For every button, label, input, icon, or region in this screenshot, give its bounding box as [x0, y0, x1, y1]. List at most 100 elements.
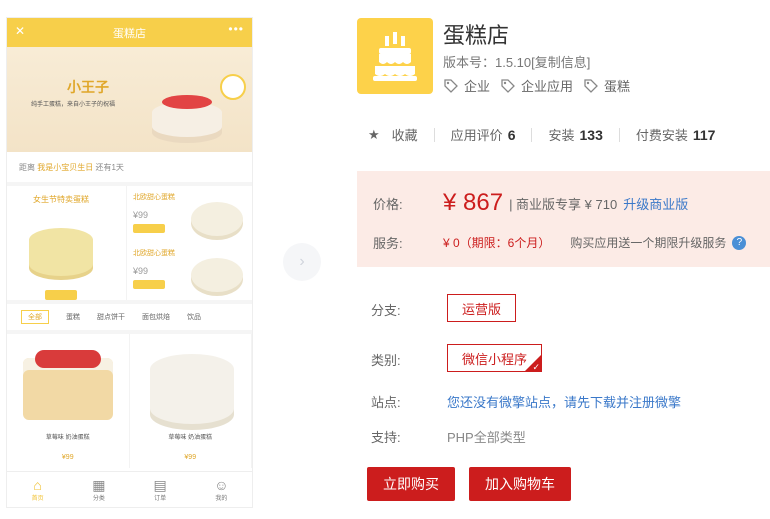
nav-home: ⌂ 首页 [31, 477, 44, 502]
divider [531, 127, 533, 142]
banner-tagline: 纯手工蛋糕，来自小王子的祝福 [31, 102, 116, 108]
nav-profile: ☺ 我的 [214, 477, 229, 502]
promo-item-name: 北欧甜心蛋糕 [133, 250, 175, 257]
price-label: 价格: [373, 196, 403, 212]
service-value: ¥ 0（期限：6个月） [443, 236, 551, 250]
divider [618, 127, 620, 142]
branch-option-box[interactable]: 运营版 [447, 294, 517, 322]
phone-products: 草莓味 奶油蛋糕 ¥99 草莓味 奶油蛋糕 ¥99 [7, 330, 252, 468]
business-price: | 商业版专享 ¥ 710 [509, 196, 618, 212]
install-value: 133 [579, 126, 603, 143]
category-option-box[interactable]: 微信小程序 ✓ [447, 344, 543, 372]
cake-icon [373, 32, 417, 81]
promo-item-image [191, 202, 243, 236]
promo-left-button [45, 290, 77, 300]
price-value: ¥ 867 [443, 189, 504, 216]
tag-icon [501, 78, 515, 93]
phone-bottom-nav: ⌂ 首页 ▦ 分类 ▤ 订单 ☺ 我的 [7, 471, 252, 507]
chevron-right-icon: › [299, 253, 305, 270]
banner-logo: 小王子 [67, 79, 109, 95]
app-title: 蛋糕店 [443, 23, 510, 48]
phone-tab: 甜点饼干 [97, 314, 125, 321]
grid-icon: ▦ [92, 477, 106, 493]
check-icon: ✓ [532, 362, 541, 372]
product-name: 草莓味 奶油蛋糕 [168, 435, 213, 441]
tag-item[interactable]: 蛋糕 [583, 76, 630, 95]
phone-preview: ✕ 蛋糕店 ••• 小王子 纯手工蛋糕，来自小王子的祝福 距离 我是小宝贝生日 … [6, 17, 253, 508]
promo-item: 北欧甜心蛋糕 ¥99 [133, 248, 252, 303]
promo-right: 北欧甜心蛋糕 ¥99 北欧甜心蛋糕 ¥99 [127, 186, 252, 300]
promo-item-image [191, 258, 243, 292]
phone-header: ✕ 蛋糕店 ••• [7, 18, 252, 47]
promo-cake-image [29, 228, 93, 276]
ticker-prefix: 距离 [19, 162, 35, 172]
promo-item-button [133, 224, 165, 233]
product-name: 草莓味 奶油蛋糕 [45, 435, 90, 441]
phone-ticker: 距离 我是小宝贝生日 还有1天 [7, 152, 252, 182]
ticker-suffix: 还有1天 [95, 162, 124, 172]
category-option[interactable]: 微信小程序 ✓ [447, 344, 543, 372]
price-box: 价格: ¥ 867 | 商业版专享 ¥ 710 升级商业版 服务: ¥ 0（期限… [357, 171, 770, 267]
buy-now-button[interactable]: 立即购买 [367, 467, 455, 501]
tag-icon [444, 78, 458, 93]
phone-tab: 饮品 [187, 314, 201, 321]
next-preview-button[interactable]: › [283, 243, 321, 281]
divider [433, 127, 435, 142]
promo-left: 女生节特卖蛋糕 [7, 186, 127, 300]
promo-item-name: 北欧甜心蛋糕 [133, 194, 175, 201]
app-icon [357, 18, 433, 94]
phone-tab: 面包烘焙 [142, 314, 170, 321]
tag-item[interactable]: 企业 [443, 76, 490, 95]
tag-icon [584, 78, 598, 93]
user-icon: ☺ [214, 477, 229, 493]
support-label: 支持: [371, 430, 401, 445]
app-version[interactable]: 版本号：1.5.10[复制信息] [443, 52, 590, 71]
calendar-icon: ▤ [153, 477, 167, 493]
close-icon[interactable]: ✕ [15, 24, 25, 38]
category-label: 类别: [371, 353, 401, 368]
site-label: 站点: [371, 395, 401, 410]
phone-banner: 小王子 纯手工蛋糕，来自小王子的祝福 [7, 47, 252, 152]
rating-label: 应用评价 [450, 128, 503, 143]
site-register-link[interactable]: 您还没有微擎站点，请先下载并注册微擎 [447, 392, 681, 411]
rating-value: 6 [507, 126, 516, 143]
product-price: ¥99 [184, 454, 197, 461]
phone-tab-all: 全部 [21, 310, 49, 324]
app-stats: ★ 收藏 应用评价 6 安装 133 付费安装 117 [368, 125, 715, 144]
price-row: 价格: ¥ 867 | 商业版专享 ¥ 710 升级商业版 [373, 189, 688, 217]
phone-tabs: 全部 蛋糕 甜点饼干 面包烘焙 饮品 [7, 304, 252, 330]
more-icon[interactable]: ••• [228, 22, 244, 36]
product-card: 草莓味 奶油蛋糕 ¥99 [7, 334, 130, 468]
phone-tab: 蛋糕 [66, 314, 80, 321]
tag-item[interactable]: 企业应用 [500, 76, 573, 95]
phone-promo: 女生节特卖蛋糕 北欧甜心蛋糕 ¥99 北欧甜心蛋糕 ¥99 [7, 182, 252, 304]
paid-install-label: 付费安装 [635, 128, 688, 143]
service-label: 服务: [373, 236, 403, 251]
paid-install-value: 117 [692, 126, 716, 143]
support-value: PHP全部类型 [447, 430, 526, 445]
star-icon[interactable]: ★ [368, 127, 380, 143]
product-price: ¥99 [61, 454, 74, 461]
product-topping [35, 350, 101, 368]
branch-option[interactable]: 运营版 [447, 294, 517, 322]
promo-left-title: 女生节特卖蛋糕 [33, 195, 89, 204]
upgrade-link[interactable]: 升级商业版 [623, 194, 688, 213]
ticker-highlight: 我是小宝贝生日 [37, 162, 94, 172]
phone-title: 蛋糕店 [113, 27, 146, 40]
add-to-cart-button[interactable]: 加入购物车 [469, 467, 571, 501]
promo-item-button [133, 280, 165, 289]
promo-item: 北欧甜心蛋糕 ¥99 [133, 192, 252, 247]
branch-label: 分支: [371, 303, 401, 318]
service-row: 服务: ¥ 0（期限：6个月） 购买应用送一个期限升级服务 ? [373, 233, 747, 252]
nav-orders: ▤ 订单 [153, 477, 167, 502]
favorite-label[interactable]: 收藏 [392, 125, 418, 144]
nav-category: ▦ 分类 [92, 477, 106, 502]
install-label: 安装 [548, 128, 575, 143]
location-icon [220, 74, 246, 100]
app-tags: 企业 企业应用 蛋糕 [443, 76, 630, 95]
help-icon[interactable]: ? [732, 235, 747, 250]
home-icon: ⌂ [33, 477, 42, 493]
product-image [149, 354, 234, 424]
product-card: 草莓味 奶油蛋糕 ¥99 [130, 334, 252, 468]
service-note: 购买应用送一个期限升级服务 [570, 236, 727, 250]
